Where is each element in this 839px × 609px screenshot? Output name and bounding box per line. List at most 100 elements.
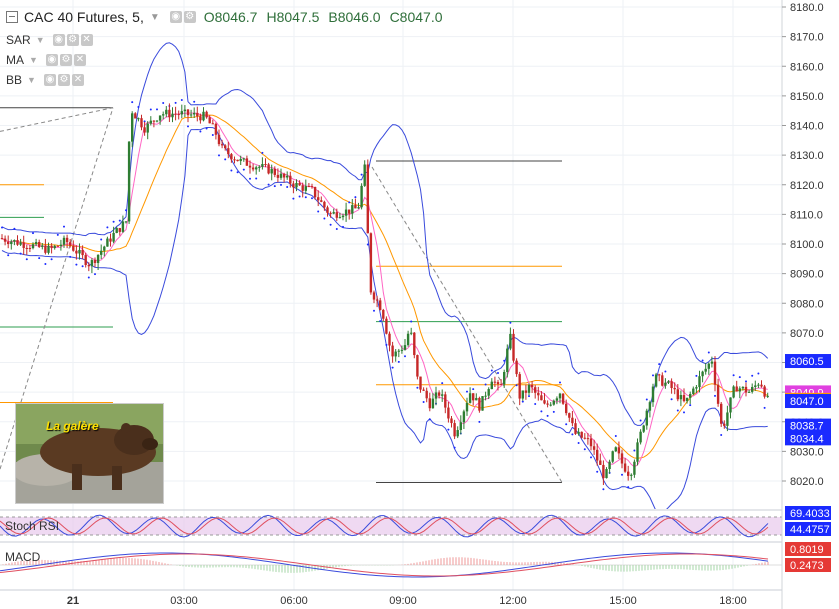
candle-body	[313, 186, 317, 198]
gear-icon[interactable]: ⚙	[183, 11, 196, 23]
sar-dot	[503, 359, 506, 362]
sar-dot	[1, 226, 3, 229]
candle-body	[667, 381, 670, 383]
candle-body	[654, 374, 658, 387]
candle-body	[208, 117, 211, 124]
sar-dot	[304, 196, 307, 199]
sar-dot	[236, 171, 239, 174]
candle-body	[741, 386, 745, 389]
candle-body	[549, 404, 552, 406]
candle-body	[13, 239, 16, 242]
candle-body	[72, 245, 75, 251]
close-icon[interactable]: ✕	[73, 54, 86, 66]
indicator-controls[interactable]: ◉ ⚙ ✕	[52, 34, 93, 46]
indicator-controls[interactable]: ◉ ⚙ ✕	[43, 74, 84, 86]
chevron-down-icon[interactable]: ▼	[27, 75, 36, 85]
candle-body	[608, 461, 611, 470]
sar-dot	[106, 226, 109, 229]
candle-body	[673, 388, 676, 390]
candle-body	[596, 449, 599, 461]
candle-body	[264, 164, 267, 166]
candle-body	[140, 118, 143, 128]
candle-body	[69, 242, 72, 246]
candle-body	[592, 446, 596, 450]
eye-icon[interactable]: ◉	[169, 11, 182, 23]
candle-body	[757, 384, 760, 386]
sar-dot	[652, 374, 654, 377]
collapse-icon[interactable]	[6, 11, 18, 23]
candle-body	[214, 123, 218, 135]
candle-body	[503, 371, 506, 385]
candle-body	[112, 232, 115, 242]
candle-body	[289, 175, 292, 184]
sar-dot	[230, 169, 233, 172]
time-tick-label: 15:00	[609, 595, 637, 607]
eye-icon[interactable]: ◉	[45, 54, 58, 66]
sar-dot	[342, 225, 344, 228]
eye-icon[interactable]: ◉	[52, 34, 65, 46]
series-controls[interactable]: ◉ ⚙	[169, 11, 196, 23]
sar-dot	[596, 470, 599, 473]
candle-body	[96, 254, 100, 263]
indicator-bb[interactable]: BB ▼ ◉ ⚙ ✕	[6, 73, 92, 87]
candle-body	[732, 386, 735, 398]
candle-body	[93, 260, 97, 263]
eye-icon[interactable]: ◉	[43, 74, 56, 86]
symbol-title[interactable]: CAC 40 Futures, 5,	[24, 9, 144, 25]
candle-body	[332, 212, 335, 214]
candle-body	[171, 113, 174, 118]
candle-body	[636, 442, 639, 462]
sar-dot	[397, 360, 400, 363]
candle-body	[633, 461, 636, 475]
candle-body	[320, 200, 323, 202]
gear-icon[interactable]: ⚙	[59, 54, 72, 66]
candle-body	[611, 451, 614, 462]
time-tick-label: 03:00	[170, 595, 198, 607]
candle-body	[344, 209, 348, 216]
candle-body	[16, 239, 19, 245]
chart-canvas[interactable]: Stoch RSI MACD 8180.0 8170.0 8160.0 8150.0 81…	[0, 0, 839, 609]
gear-icon[interactable]: ⚙	[66, 34, 79, 46]
sar-dot	[546, 414, 549, 417]
chevron-down-icon[interactable]: ▼	[150, 12, 160, 23]
close-icon[interactable]: ✕	[80, 34, 93, 46]
candle-body	[543, 400, 546, 404]
candle-body	[149, 120, 152, 124]
candle-body	[685, 397, 689, 402]
candle-body	[692, 388, 695, 394]
candle-body	[245, 158, 249, 166]
sar-dot	[645, 398, 648, 401]
candle-body	[115, 228, 118, 233]
candle-body	[363, 164, 366, 186]
indicator-sar[interactable]: SAR ▼ ◉ ⚙ ✕	[6, 33, 101, 47]
candle-body	[642, 425, 645, 432]
time-tick-label: 18:00	[719, 595, 747, 607]
candle-body	[602, 464, 605, 479]
candle-body	[100, 250, 103, 255]
candle-body	[326, 207, 329, 213]
price-badge-label: 8060.5	[790, 356, 824, 368]
candle-body	[720, 403, 723, 424]
candle-body	[341, 215, 345, 218]
candle-body	[735, 386, 738, 392]
candle-body	[465, 402, 469, 412]
candle-body	[670, 381, 673, 389]
chevron-down-icon[interactable]: ▼	[29, 55, 38, 65]
sar-dot	[497, 371, 499, 374]
candle-body	[59, 244, 63, 247]
candle-body	[546, 403, 549, 405]
candle-body	[75, 250, 78, 254]
gear-icon[interactable]: ⚙	[57, 74, 70, 86]
close-icon[interactable]: ✕	[71, 74, 84, 86]
candle-body	[338, 217, 342, 219]
sar-dot	[7, 254, 10, 257]
sar-dot	[552, 410, 555, 413]
indicator-controls[interactable]: ◉ ⚙ ✕	[45, 54, 86, 66]
candle-body	[56, 245, 59, 247]
candle-body	[713, 361, 717, 385]
chevron-down-icon[interactable]: ▼	[36, 35, 45, 45]
candle-body	[372, 292, 376, 300]
sar-dot	[87, 276, 90, 279]
candle-body	[127, 141, 131, 222]
indicator-ma[interactable]: MA ▼ ◉ ⚙ ✕	[6, 53, 94, 67]
